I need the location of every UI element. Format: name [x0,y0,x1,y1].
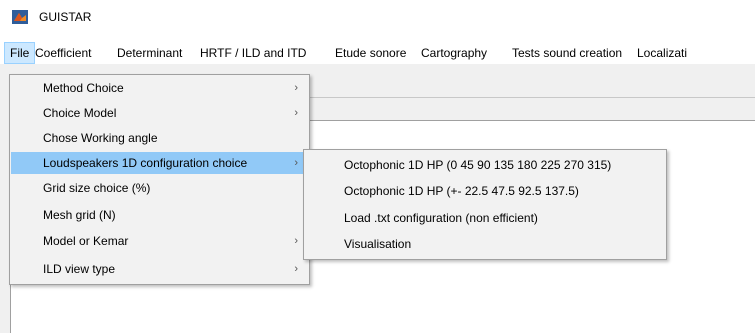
menu-item-mesh-grid[interactable]: Mesh grid (N) [11,204,308,226]
menu-localization[interactable]: Localizati [632,42,692,64]
menu-etude-sonore[interactable]: Etude sonore [330,42,411,64]
chevron-right-icon: › [294,157,298,169]
chevron-right-icon: › [294,107,298,119]
menu-tests-sound-creation[interactable]: Tests sound creation [507,42,627,64]
chevron-right-icon: › [294,263,298,275]
menu-item-model-or-kemar[interactable]: Model or Kemar › [11,230,308,252]
menu-determinant[interactable]: Determinant [112,42,187,64]
menu-coefficient[interactable]: Coefficient [30,42,96,64]
submenu-item-label: Octophonic 1D HP (+- 22.5 47.5 92.5 137.… [344,184,579,198]
menu-item-label: Loudspeakers 1D configuration choice [43,156,248,170]
title-bar: GUISTAR [0,0,755,34]
menu-item-label: Grid size choice (%) [43,181,151,195]
menu-bar: File Coefficient Determinant HRTF / ILD … [0,42,755,64]
menu-item-label: ILD view type [43,262,116,276]
menu-item-label: Model or Kemar [43,234,129,248]
chevron-right-icon: › [294,82,298,94]
submenu-item-label: Visualisation [344,237,412,251]
file-menu-dropdown: Method Choice › Choice Model › Chose Wor… [9,74,310,285]
menu-cartography[interactable]: Cartography [416,42,492,64]
submenu-item-octophonic-22-5[interactable]: Octophonic 1D HP (+- 22.5 47.5 92.5 137.… [305,179,665,203]
menu-item-method-choice[interactable]: Method Choice › [11,77,308,99]
matlab-logo-icon [12,10,28,24]
submenu-item-visualisation[interactable]: Visualisation [305,232,665,256]
menu-item-loudspeakers-config[interactable]: Loudspeakers 1D configuration choice › [11,152,308,174]
menu-item-choice-model[interactable]: Choice Model › [11,102,308,124]
submenu-item-label: Load .txt configuration (non efficient) [344,211,538,225]
menu-item-chose-working-angle[interactable]: Chose Working angle [11,127,308,149]
chevron-right-icon: › [294,235,298,247]
submenu-item-load-txt[interactable]: Load .txt configuration (non efficient) [305,206,665,230]
loudspeakers-submenu: Octophonic 1D HP (0 45 90 135 180 225 27… [303,149,667,260]
menu-item-label: Mesh grid (N) [43,208,116,222]
menu-item-label: Method Choice [43,81,124,95]
menu-item-label: Chose Working angle [43,131,158,145]
submenu-item-octophonic-0-315[interactable]: Octophonic 1D HP (0 45 90 135 180 225 27… [305,153,665,177]
menu-hrtf-ild-itd[interactable]: HRTF / ILD and ITD [195,42,311,64]
menu-item-label: Choice Model [43,106,117,120]
menu-item-ild-view-type[interactable]: ILD view type › [11,258,308,280]
window-title: GUISTAR [39,10,92,24]
menu-item-grid-size-choice[interactable]: Grid size choice (%) [11,177,308,199]
submenu-item-label: Octophonic 1D HP (0 45 90 135 180 225 27… [344,158,612,172]
